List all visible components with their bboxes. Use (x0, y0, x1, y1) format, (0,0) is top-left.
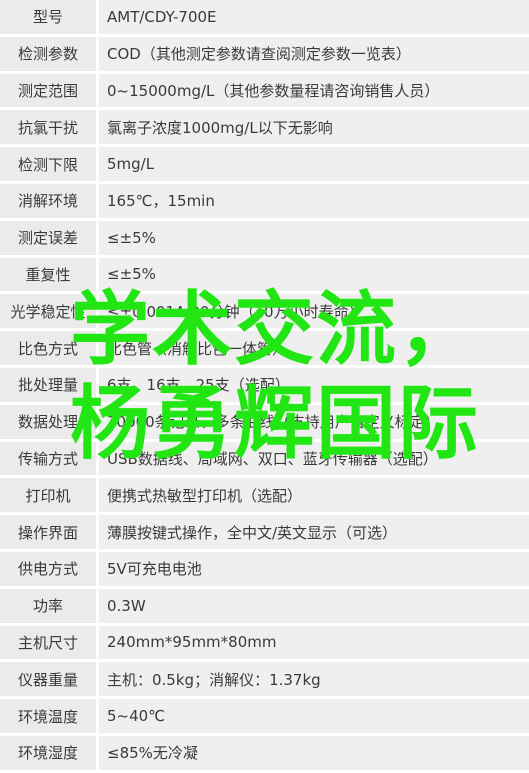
spec-value: COD（其他测定参数请查阅测定参数一览表） (99, 36, 529, 71)
spec-value: 5~40℃ (99, 699, 529, 733)
spec-label: 抗氯干扰 (0, 110, 96, 145)
spec-row: 打印机 便携式热敏型打印机（选配） (0, 478, 529, 515)
spec-value: 165℃，15min (99, 183, 529, 218)
spec-label: 环境湿度 (0, 735, 96, 770)
watermark-line-2: 杨勇辉国际 (70, 377, 480, 470)
spec-label: 环境温度 (0, 699, 96, 733)
spec-label: 测定范围 (0, 73, 96, 108)
spec-row: 主机尺寸 240mm*95mm*80mm (0, 625, 529, 663)
spec-row: 环境温度 5~40℃ (0, 699, 529, 736)
spec-row: 抗氯干扰 氯离子浓度1000mg/L以下无影响 (0, 110, 529, 147)
spec-value: 氯离子浓度1000mg/L以下无影响 (99, 110, 529, 145)
spec-value: 便携式热敏型打印机（选配） (99, 478, 529, 513)
spec-label: 操作界面 (0, 515, 96, 549)
spec-row: 环境湿度 ≤85%无冷凝 (0, 735, 529, 773)
spec-value: 5mg/L (99, 147, 529, 181)
spec-value: ≤85%无冷凝 (99, 735, 529, 770)
spec-value: 240mm*95mm*80mm (99, 625, 529, 660)
spec-row: 型号 AMT/CDY-700E (0, 0, 529, 37)
spec-label: 检测下限 (0, 147, 96, 181)
spec-row: 消解环境 165℃，15min (0, 183, 529, 221)
spec-label: 供电方式 (0, 551, 96, 586)
spec-label: 消解环境 (0, 183, 96, 218)
spec-row: 仪器重量 主机：0.5kg；消解仪：1.37kg (0, 662, 529, 699)
watermark-line-1: 学术交流， (70, 283, 480, 376)
spec-row: 测定误差 ≤±5% (0, 220, 529, 258)
spec-value: 主机：0.5kg；消解仪：1.37kg (99, 662, 529, 697)
spec-value: 0~15000mg/L（其他参数量程请咨询销售人员） (99, 73, 529, 108)
spec-row: 功率 0.3W (0, 588, 529, 626)
spec-label: 测定误差 (0, 220, 96, 255)
spec-label: 仪器重量 (0, 662, 96, 697)
spec-label: 检测参数 (0, 36, 96, 71)
spec-row: 检测参数 COD（其他测定参数请查阅测定参数一览表） (0, 36, 529, 74)
spec-label: 型号 (0, 0, 96, 34)
spec-row: 操作界面 薄膜按键式操作，全中文/英文显示（可选） (0, 515, 529, 552)
spec-label: 打印机 (0, 478, 96, 513)
spec-label: 功率 (0, 588, 96, 623)
spec-value: 薄膜按键式操作，全中文/英文显示（可选） (99, 515, 529, 549)
spec-value: 0.3W (99, 588, 529, 623)
spec-row: 供电方式 5V可充电电池 (0, 551, 529, 589)
spec-row: 测定范围 0~15000mg/L（其他参数量程请咨询销售人员） (0, 73, 529, 111)
spec-value: 5V可充电电池 (99, 551, 529, 586)
spec-value: ≤±5% (99, 220, 529, 255)
spec-value: AMT/CDY-700E (99, 0, 529, 34)
spec-label: 主机尺寸 (0, 625, 96, 660)
spec-row: 检测下限 5mg/L (0, 147, 529, 184)
